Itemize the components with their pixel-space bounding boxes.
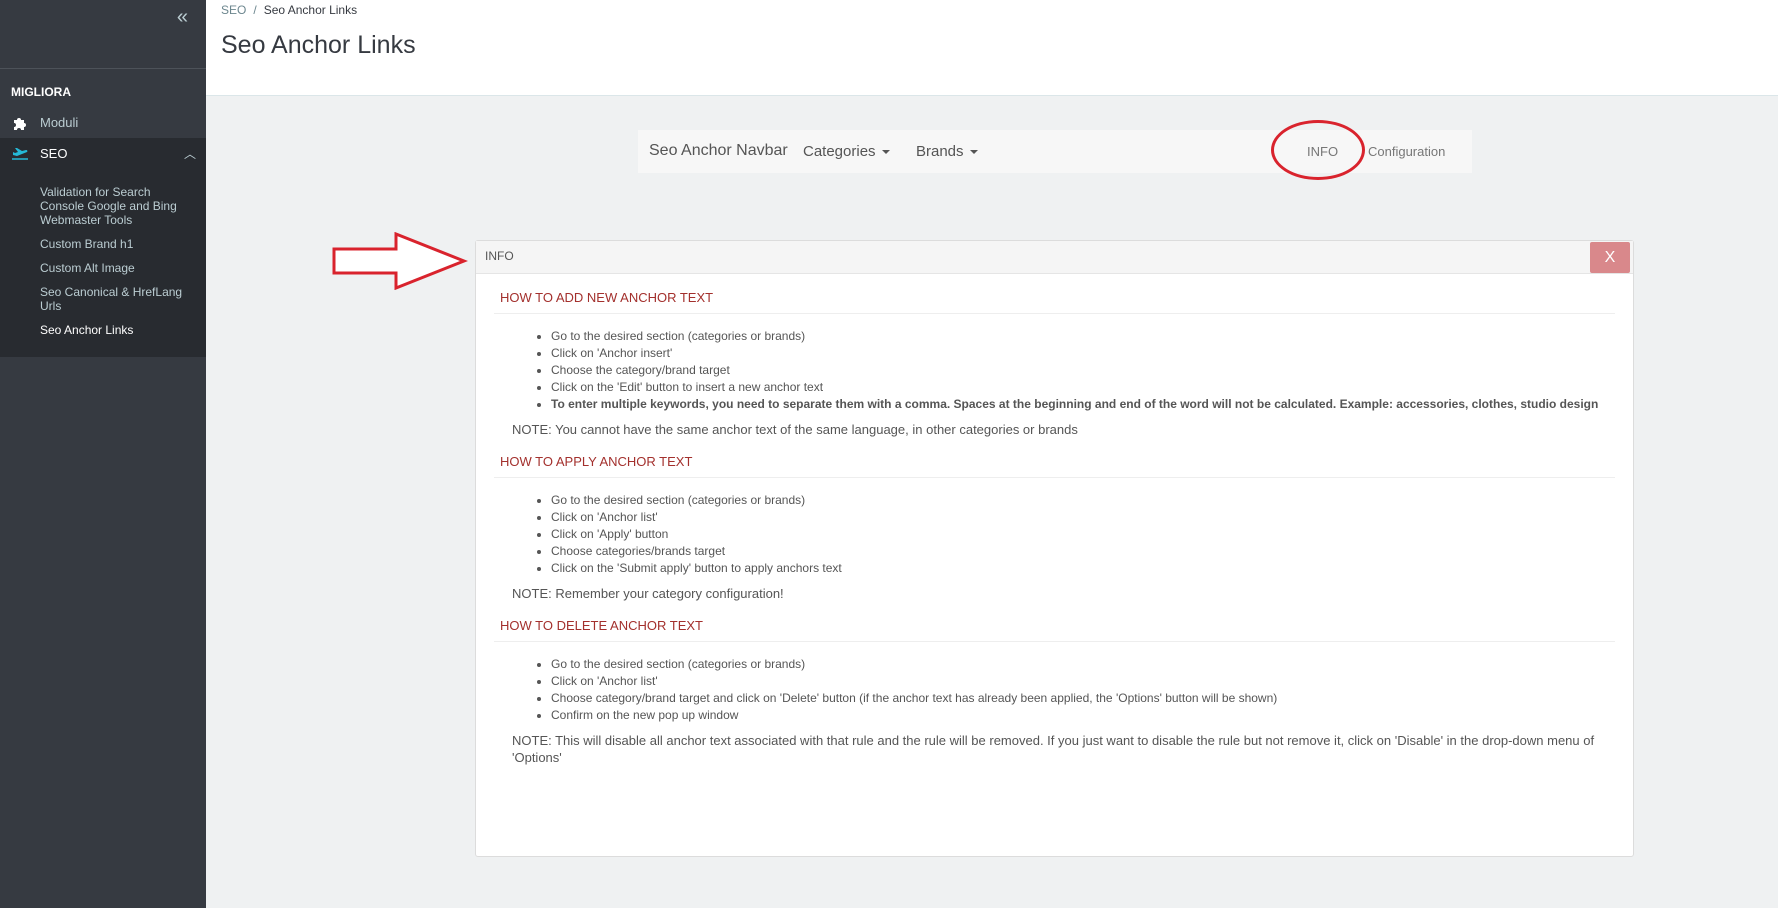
brands-label: Brands	[916, 143, 964, 160]
brands-dropdown[interactable]: Brands	[916, 143, 978, 160]
categories-dropdown[interactable]: Categories	[803, 143, 890, 160]
section-title: HOW TO APPLY ANCHOR TEXT	[494, 438, 1615, 478]
sidebar-item-label: Moduli	[40, 115, 79, 130]
list-item: Choose categories/brands target	[551, 543, 1615, 560]
section-note: NOTE: Remember your category configurati…	[512, 586, 784, 601]
categories-label: Categories	[803, 143, 876, 160]
sidebar: « MIGLIORA Moduli SEO ︿ Validation for S…	[0, 0, 206, 908]
list-item: Go to the desired section (categories or…	[551, 328, 1615, 345]
breadcrumb-link[interactable]: SEO	[221, 3, 246, 17]
info-section-delete: HOW TO DELETE ANCHOR TEXT Go to the desi…	[476, 602, 1633, 766]
info-section-apply: HOW TO APPLY ANCHOR TEXT Go to the desir…	[476, 438, 1633, 602]
page-header: SEO / Seo Anchor Links Seo Anchor Links	[206, 0, 1778, 96]
list-item: Click on 'Anchor list'	[551, 673, 1615, 690]
nav-configuration-link[interactable]: Configuration	[1368, 144, 1445, 159]
list-item: Click on 'Anchor insert'	[551, 345, 1615, 362]
sidebar-section-label: MIGLIORA	[11, 85, 71, 99]
sidebar-item-label: SEO	[40, 146, 68, 161]
sidebar-item-seo[interactable]: SEO ︿	[0, 138, 206, 169]
steps-list: Go to the desired section (categories or…	[494, 492, 1615, 577]
list-item: Go to the desired section (categories or…	[551, 492, 1615, 509]
chevron-up-icon: ︿	[183, 147, 196, 161]
seo-submenu: Validation for Search Console Google and…	[0, 169, 206, 357]
breadcrumb: SEO / Seo Anchor Links	[221, 3, 357, 17]
caret-down-icon	[969, 150, 978, 155]
info-panel: INFO X HOW TO ADD NEW ANCHOR TEXT Go to …	[475, 240, 1634, 857]
list-item: Click on the 'Submit apply' button to ap…	[551, 560, 1615, 577]
section-note: NOTE: This will disable all anchor text …	[512, 733, 1595, 765]
breadcrumb-separator: /	[253, 3, 257, 17]
steps-list: Go to the desired section (categories or…	[494, 656, 1615, 724]
panel-heading: INFO	[476, 241, 1633, 274]
annotation-arrow-icon	[332, 232, 468, 290]
sidebar-item-moduli[interactable]: Moduli	[0, 107, 206, 138]
info-section-add: HOW TO ADD NEW ANCHOR TEXT Go to the des…	[476, 274, 1633, 438]
list-item: Choose the category/brand target	[551, 362, 1615, 379]
section-title: HOW TO DELETE ANCHOR TEXT	[494, 602, 1615, 642]
submenu-item[interactable]: Validation for Search Console Google and…	[0, 185, 206, 227]
list-item: To enter multiple keywords, you need to …	[551, 396, 1615, 413]
list-item: Choose category/brand target and click o…	[551, 690, 1615, 707]
annotation-circle	[1271, 120, 1365, 180]
submenu-item[interactable]: Seo Canonical & HrefLang Urls	[0, 285, 206, 313]
list-item: Go to the desired section (categories or…	[551, 656, 1615, 673]
caret-down-icon	[881, 150, 890, 155]
list-item: Click on 'Apply' button	[551, 526, 1615, 543]
list-item: Confirm on the new pop up window	[551, 707, 1615, 724]
puzzle-icon	[11, 114, 29, 132]
list-item: Click on 'Anchor list'	[551, 509, 1615, 526]
sidebar-top: «	[0, 0, 206, 69]
page-title: Seo Anchor Links	[221, 31, 416, 59]
navbar-brand[interactable]: Seo Anchor Navbar	[649, 142, 788, 160]
collapse-sidebar-icon[interactable]: «	[177, 6, 188, 29]
section-note: NOTE: You cannot have the same anchor te…	[512, 422, 1078, 437]
submenu-item[interactable]: Custom Alt Image	[0, 261, 206, 275]
submenu-item[interactable]: Custom Brand h1	[0, 237, 206, 251]
close-button[interactable]: X	[1590, 242, 1630, 273]
list-item: Click on the 'Edit' button to insert a n…	[551, 379, 1615, 396]
section-title: HOW TO ADD NEW ANCHOR TEXT	[494, 274, 1615, 314]
steps-list: Go to the desired section (categories or…	[494, 328, 1615, 413]
breadcrumb-current: Seo Anchor Links	[263, 3, 358, 17]
submenu-item-current[interactable]: Seo Anchor Links	[0, 323, 206, 337]
plane-icon	[11, 145, 29, 163]
